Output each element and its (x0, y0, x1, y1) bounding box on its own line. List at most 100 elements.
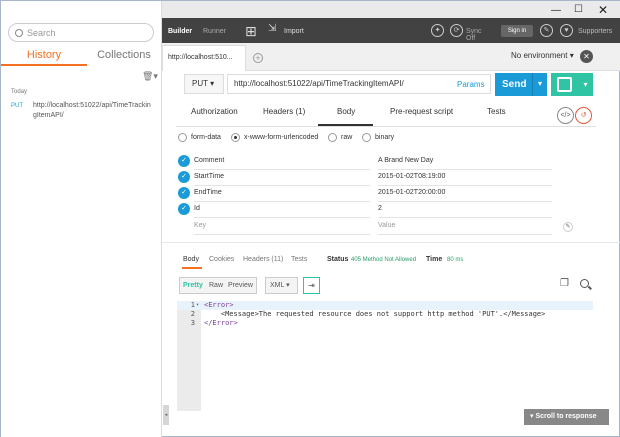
interceptor-icon[interactable]: ✦ (431, 24, 444, 37)
new-window-icon[interactable]: ⊞ (245, 23, 257, 40)
sync-icon[interactable]: ⟳ (450, 24, 463, 37)
method-select[interactable]: PUT ▾ (184, 74, 224, 94)
status-value: 405 Method Not Allowed (351, 257, 417, 263)
response-tab-cookies[interactable]: Cookies (209, 256, 234, 263)
scroll-to-response-button[interactable]: ▾ Scroll to response (524, 409, 609, 425)
wrench-icon[interactable]: ✎ (540, 24, 553, 37)
search-box[interactable] (8, 23, 154, 42)
format-group: Pretty Raw Preview (179, 277, 257, 294)
kv-value[interactable]: 2015-01-02T20:00:00 (378, 189, 445, 196)
tab-authorization[interactable]: Authorization (191, 107, 238, 116)
line-number: 2 (190, 310, 195, 318)
history-method: PUT (11, 103, 23, 109)
divider (194, 217, 370, 218)
line-number: 3 (190, 319, 195, 327)
code-icon[interactable]: </> (557, 107, 574, 124)
radio-label: binary (375, 134, 395, 141)
response-tab-headers[interactable]: Headers (11) (243, 256, 283, 263)
request-tab-bar: http://localhost:510... + No environment… (162, 43, 620, 71)
send-dropdown-icon[interactable]: ▾ (532, 73, 547, 96)
sidebar: History Collections 🗑▾ Today PUT http://… (1, 1, 162, 437)
edit-icon[interactable]: ✎ (563, 222, 573, 232)
import-icon[interactable]: ⇲ (268, 23, 276, 34)
format-preview[interactable]: Preview (228, 282, 253, 289)
kv-row-new: Key Value (175, 219, 555, 235)
kv-row: ✓ StartTime 2015-01-02T08:19:00 (175, 170, 555, 186)
url-input[interactable]: http://localhost:51022/api/TimeTrackingI… (227, 74, 491, 94)
history-group-label: Today (11, 89, 28, 95)
radio-urlencoded[interactable] (231, 133, 240, 142)
tab-prerequest[interactable]: Pre-request script (390, 107, 453, 116)
trash-icon[interactable]: 🗑▾ (142, 71, 158, 82)
kv-key[interactable]: StartTime (194, 173, 224, 180)
environment-select[interactable]: No environment ▾ (511, 51, 574, 60)
checkbox-icon[interactable]: ✓ (178, 171, 190, 183)
kv-value[interactable]: A Brand New Day (378, 157, 433, 164)
code-text: </Error> (204, 319, 238, 327)
send-label: Send (502, 79, 527, 90)
checkbox-icon[interactable]: ✓ (178, 155, 190, 167)
builder-button[interactable]: Builder (168, 28, 192, 35)
kv-value[interactable]: 2015-01-02T08:19:00 (378, 173, 445, 180)
kv-key-placeholder[interactable]: Key (194, 222, 206, 229)
tab-tests[interactable]: Tests (487, 107, 506, 116)
response-tab-tests[interactable]: Tests (291, 256, 307, 263)
tab-history[interactable]: History (1, 46, 87, 66)
sync-status: Sync Off (466, 28, 482, 42)
divider (194, 234, 370, 235)
save-button[interactable]: ▾ (551, 73, 593, 96)
sign-in-button[interactable]: Sign in (501, 25, 533, 37)
radio-raw[interactable] (328, 133, 337, 142)
radio-binary[interactable] (362, 133, 371, 142)
kv-key[interactable]: EndTime (194, 189, 222, 196)
wrap-icon[interactable]: ⇥ (303, 277, 320, 294)
minimize-icon[interactable]: — (551, 5, 561, 16)
environment-label: No environment (511, 51, 568, 60)
scroll-label: Scroll to response (535, 413, 597, 420)
code-line: 2 <Message>The requested resource does n… (177, 310, 593, 319)
save-dropdown-icon[interactable]: ▾ (578, 73, 593, 96)
reset-icon[interactable]: ↺ (575, 107, 592, 124)
checkbox-icon[interactable]: ✓ (178, 187, 190, 199)
add-tab-icon[interactable]: + (253, 53, 263, 63)
kv-value[interactable]: 2 (378, 205, 382, 212)
method-label: PUT (192, 79, 208, 88)
language-select[interactable]: XML ▾ (265, 277, 298, 294)
radio-label: x-www-form-urlencoded (244, 134, 319, 141)
response-tab-body[interactable]: Body (183, 256, 199, 263)
sidebar-tabs: History Collections (1, 46, 161, 66)
divider (378, 217, 552, 218)
kv-row: ✓ Id 2 (175, 202, 555, 218)
tab-collections[interactable]: Collections (87, 46, 161, 66)
history-url: http://localhost:51022/api/TimeTrackingI… (33, 102, 151, 119)
request-tab[interactable]: http://localhost:510... (162, 45, 246, 71)
runner-button[interactable]: Runner (203, 28, 226, 35)
tab-headers[interactable]: Headers (1) (263, 107, 305, 116)
close-icon[interactable]: ✕ (598, 3, 608, 17)
radio-form-data[interactable] (178, 133, 187, 142)
tab-body[interactable]: Body (337, 107, 355, 116)
search-input[interactable] (27, 27, 147, 38)
environment-settings-icon[interactable]: ✕ (580, 50, 593, 63)
scroll-handle[interactable]: ◂ (163, 405, 169, 425)
app-window: History Collections 🗑▾ Today PUT http://… (0, 0, 620, 437)
time-value: 80 ms (447, 257, 464, 263)
divider (378, 234, 552, 235)
fold-icon[interactable]: ▾ (196, 301, 199, 310)
copy-icon[interactable]: ❐ (560, 278, 569, 289)
params-button[interactable]: Params (457, 80, 485, 89)
search-icon[interactable] (580, 279, 589, 288)
radio-label: form-data (191, 134, 221, 141)
kv-value-placeholder[interactable]: Value (378, 222, 395, 229)
kv-key[interactable]: Comment (194, 157, 224, 164)
checkbox-icon[interactable]: ✓ (178, 203, 190, 215)
supporters-link[interactable]: Supporters (578, 28, 612, 35)
divider (162, 242, 620, 243)
format-raw[interactable]: Raw (209, 282, 223, 289)
maximize-icon[interactable]: ☐ (574, 4, 583, 15)
import-button[interactable]: Import (284, 28, 304, 35)
format-pretty[interactable]: Pretty (183, 282, 203, 289)
heart-icon[interactable]: ♥ (560, 24, 573, 37)
status-label: Status (327, 256, 349, 263)
kv-key[interactable]: Id (194, 205, 200, 212)
